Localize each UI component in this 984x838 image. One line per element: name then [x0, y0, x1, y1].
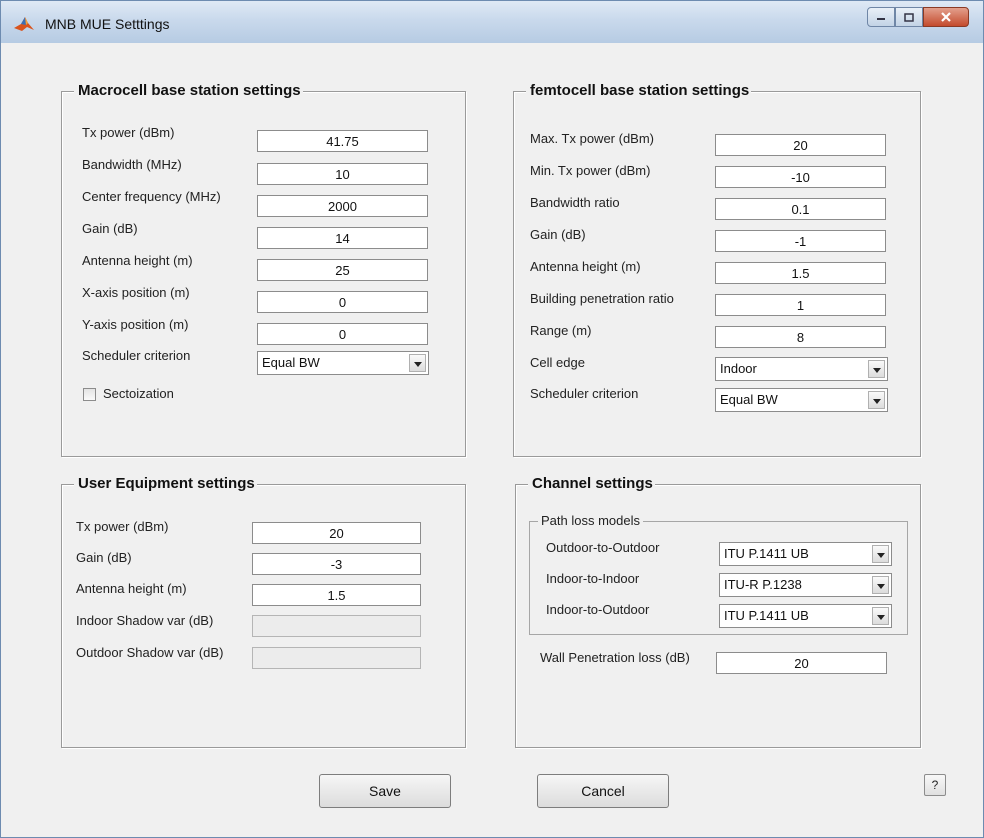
femto-range-label: Range (m)	[530, 323, 592, 338]
femto-building-penetration-input[interactable]: 1	[715, 294, 886, 316]
outdoor-to-outdoor-value: ITU P.1411 UB	[724, 546, 809, 561]
title-bar[interactable]: MNB MUE Setttings	[1, 1, 983, 43]
chevron-down-icon[interactable]	[868, 391, 885, 409]
ue-antenna-height-input[interactable]: 1.5	[252, 584, 421, 606]
macro-tx-power-label: Tx power (dBm)	[82, 125, 175, 140]
indoor-to-outdoor-value: ITU P.1411 UB	[724, 608, 809, 623]
femtocell-panel: femtocell base station settings Max. Tx …	[513, 82, 921, 457]
help-button[interactable]: ?	[924, 774, 946, 796]
ue-panel: User Equipment settings Tx power (dBm) 2…	[61, 475, 466, 748]
macro-bandwidth-label: Bandwidth (MHz)	[82, 157, 182, 172]
close-button[interactable]	[923, 7, 969, 27]
ue-antenna-height-label: Antenna height (m)	[76, 581, 187, 596]
sectorization-label: Sectoization	[103, 386, 174, 401]
wall-penetration-label: Wall Penetration loss (dB)	[540, 650, 690, 665]
matlab-logo-icon	[14, 17, 34, 31]
femto-building-penetration-label: Building penetration ratio	[530, 291, 674, 306]
femto-scheduler-dropdown[interactable]: Equal BW	[715, 388, 888, 412]
chevron-down-icon[interactable]	[868, 360, 885, 378]
window-title: MNB MUE Setttings	[45, 16, 170, 32]
outdoor-to-outdoor-dropdown[interactable]: ITU P.1411 UB	[719, 542, 892, 566]
macro-center-frequency-label: Center frequency (MHz)	[82, 189, 221, 204]
ue-indoor-shadow-input	[252, 615, 421, 637]
chevron-down-icon[interactable]	[872, 607, 889, 625]
femto-cell-edge-dropdown[interactable]: Indoor	[715, 357, 888, 381]
macro-antenna-height-label: Antenna height (m)	[82, 253, 193, 268]
macro-y-position-input[interactable]: 0	[257, 323, 428, 345]
macro-y-position-label: Y-axis position (m)	[82, 317, 189, 332]
ue-outdoor-shadow-input	[252, 647, 421, 669]
femto-antenna-height-label: Antenna height (m)	[530, 259, 641, 274]
macro-center-frequency-input[interactable]: 2000	[257, 195, 428, 217]
chevron-down-icon[interactable]	[872, 576, 889, 594]
macro-x-position-label: X-axis position (m)	[82, 285, 190, 300]
macro-scheduler-value: Equal BW	[262, 355, 320, 370]
femto-bandwidth-ratio-label: Bandwidth ratio	[530, 195, 620, 210]
ue-indoor-shadow-label: Indoor Shadow var (dB)	[76, 613, 214, 628]
ue-tx-power-label: Tx power (dBm)	[76, 519, 169, 534]
minimize-icon	[877, 18, 885, 20]
cancel-button[interactable]: Cancel	[537, 774, 669, 808]
wall-penetration-input[interactable]: 20	[716, 652, 887, 674]
femto-max-tx-power-input[interactable]: 20	[715, 134, 886, 156]
femto-bandwidth-ratio-input[interactable]: 0.1	[715, 198, 886, 220]
ue-gain-input[interactable]: -3	[252, 553, 421, 575]
maximize-icon	[904, 12, 914, 22]
femto-cell-edge-value: Indoor	[720, 361, 757, 376]
indoor-to-indoor-dropdown[interactable]: ITU-R P.1238	[719, 573, 892, 597]
path-loss-group-title: Path loss models	[538, 513, 643, 528]
femto-cell-edge-label: Cell edge	[530, 355, 585, 370]
femtocell-panel-title: femtocell base station settings	[526, 82, 752, 99]
channel-panel: Channel settings Path loss models Outdoo…	[515, 475, 921, 748]
chevron-down-icon[interactable]	[872, 545, 889, 563]
path-loss-group: Path loss models Outdoor-to-Outdoor ITU …	[529, 513, 908, 635]
macro-antenna-height-input[interactable]: 25	[257, 259, 428, 281]
ue-panel-title: User Equipment settings	[74, 475, 257, 492]
macro-gain-input[interactable]: 14	[257, 227, 428, 249]
femto-range-input[interactable]: 8	[715, 326, 886, 348]
macro-tx-power-input[interactable]: 41.75	[257, 130, 428, 152]
minimize-button[interactable]	[867, 7, 895, 27]
ue-outdoor-shadow-label: Outdoor Shadow var (dB)	[76, 645, 224, 660]
macrocell-panel: Macrocell base station settings Tx power…	[61, 82, 466, 457]
close-icon	[941, 12, 951, 22]
channel-panel-title: Channel settings	[528, 475, 655, 492]
macro-gain-label: Gain (dB)	[82, 221, 138, 236]
ue-tx-power-input[interactable]: 20	[252, 522, 421, 544]
femto-max-tx-power-label: Max. Tx power (dBm)	[530, 131, 655, 146]
femto-scheduler-label: Scheduler criterion	[530, 386, 639, 401]
macro-scheduler-dropdown[interactable]: Equal BW	[257, 351, 429, 375]
maximize-button[interactable]	[895, 7, 923, 27]
macro-scheduler-label: Scheduler criterion	[82, 348, 191, 363]
femto-min-tx-power-label: Min. Tx power (dBm)	[530, 163, 651, 178]
ue-gain-label: Gain (dB)	[76, 550, 132, 565]
femto-gain-input[interactable]: -1	[715, 230, 886, 252]
indoor-to-outdoor-dropdown[interactable]: ITU P.1411 UB	[719, 604, 892, 628]
dialog-content: Macrocell base station settings Tx power…	[1, 43, 983, 837]
macro-bandwidth-input[interactable]: 10	[257, 163, 428, 185]
indoor-to-outdoor-label: Indoor-to-Outdoor	[546, 602, 650, 617]
window-controls	[867, 7, 969, 29]
settings-window: MNB MUE Setttings Macrocell base station…	[0, 0, 984, 838]
sectorization-checkbox[interactable]	[83, 388, 96, 401]
save-button[interactable]: Save	[319, 774, 451, 808]
outdoor-to-outdoor-label: Outdoor-to-Outdoor	[546, 540, 660, 555]
macrocell-panel-title: Macrocell base station settings	[74, 82, 303, 99]
femto-gain-label: Gain (dB)	[530, 227, 586, 242]
indoor-to-indoor-value: ITU-R P.1238	[724, 577, 802, 592]
chevron-down-icon[interactable]	[409, 354, 426, 372]
femto-scheduler-value: Equal BW	[720, 392, 778, 407]
indoor-to-indoor-label: Indoor-to-Indoor	[546, 571, 640, 586]
macro-x-position-input[interactable]: 0	[257, 291, 428, 313]
femto-min-tx-power-input[interactable]: -10	[715, 166, 886, 188]
femto-antenna-height-input[interactable]: 1.5	[715, 262, 886, 284]
